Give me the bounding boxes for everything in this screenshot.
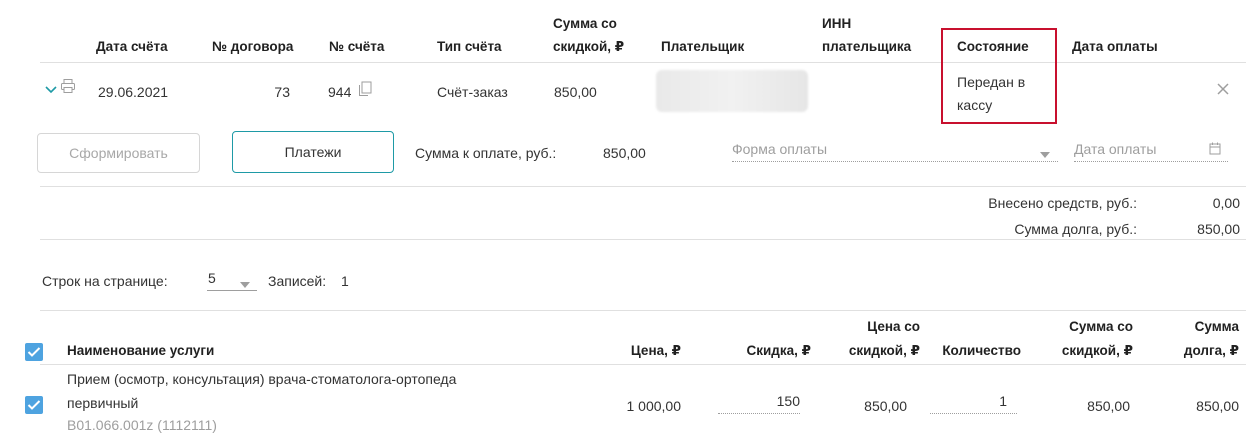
header-sum-line1: Сумма со [1069,319,1133,334]
generate-button[interactable]: Сформировать [37,133,200,173]
payer-redacted [656,70,808,112]
invoice-sum: 850,00 [554,84,597,100]
divider [40,186,1246,187]
caret-down-icon[interactable] [240,275,250,291]
service-name-line2: первичный [67,395,139,411]
sum-to-pay-value: 850,00 [603,145,646,161]
header-debt-line2: долга, ₽ [1183,343,1239,358]
header-invoice-date: Дата счёта [96,39,168,54]
header-quantity: Количество [942,343,1021,358]
payment-form-select[interactable]: Форма оплаты [732,139,827,159]
service-discounted-price: 850,00 [864,398,907,414]
invoice-number: 944 [328,84,352,100]
close-icon[interactable] [1214,80,1232,101]
header-sum-line2: скидкой, ₽ [1061,343,1133,358]
service-quantity-input[interactable]: 1 [920,391,1007,411]
header-discounted-sum-line1: Сумма со [553,16,617,31]
rows-per-page-label: Строк на странице: [42,273,168,289]
header-invoice-number: № счёта [329,39,385,54]
payments-button[interactable]: Платежи [232,131,394,173]
invoice-type: Счёт-заказ [437,84,508,100]
rows-per-page-select[interactable]: 5 [208,268,216,288]
invoice-date: 29.06.2021 [98,84,169,100]
header-price: Цена, ₽ [630,343,681,358]
payment-date-underline [1074,161,1228,162]
header-inn-line2: плательщика [822,39,912,54]
debt-label: Сумма долга, руб.: [1014,221,1137,237]
deposited-value: 0,00 [1212,195,1240,211]
select-all-checkbox[interactable] [25,343,43,361]
chevron-down-icon[interactable] [44,82,58,98]
caret-down-icon[interactable] [1040,145,1050,161]
service-code: B01.066.001z (1112111) [67,417,217,433]
debt-value: 850,00 [1197,221,1240,237]
header-discounted-sum-line2: скидкой, ₽ [553,39,625,54]
row-checkbox[interactable] [25,396,43,414]
header-payer: Плательщик [661,39,745,54]
sum-to-pay-label: Сумма к оплате, руб.: [415,145,557,161]
header-contract-number: № договора [212,39,294,54]
header-payment-date: Дата оплаты [1072,39,1158,54]
header-invoice-type: Тип счёта [437,39,502,54]
quantity-underline [930,413,1017,414]
divider [40,62,1246,63]
divider [40,364,1246,365]
service-debt: 850,00 [1196,398,1239,414]
header-discounted-price-line1: Цена со [867,319,920,334]
payment-form-underline [732,161,1058,162]
header-service-name: Наименование услуги [67,343,215,358]
payment-date-input[interactable]: Дата оплаты [1074,139,1156,159]
calendar-icon[interactable] [1209,142,1221,158]
service-sum: 850,00 [1087,398,1130,414]
rows-per-page-underline [207,290,257,291]
header-inn-line1: ИНН [822,16,852,31]
discount-underline [718,413,800,414]
service-price: 1 000,00 [626,398,682,414]
status-highlight-frame [941,28,1057,124]
header-debt-line1: Сумма [1194,319,1239,334]
header-discounted-price-line2: скидкой, ₽ [848,343,920,358]
print-icon[interactable] [60,78,76,97]
records-label: Записей: [268,273,327,289]
deposited-label: Внесено средств, руб.: [988,195,1137,211]
divider [40,310,1246,311]
contract-number: 73 [274,84,290,100]
records-count: 1 [341,273,349,289]
service-discount-input[interactable]: 150 [700,391,800,411]
header-discount: Скидка, ₽ [746,343,811,358]
divider [40,239,1246,240]
service-name-line1: Прием (осмотр, консультация) врача-стома… [67,371,457,387]
copy-icon[interactable] [358,81,372,100]
